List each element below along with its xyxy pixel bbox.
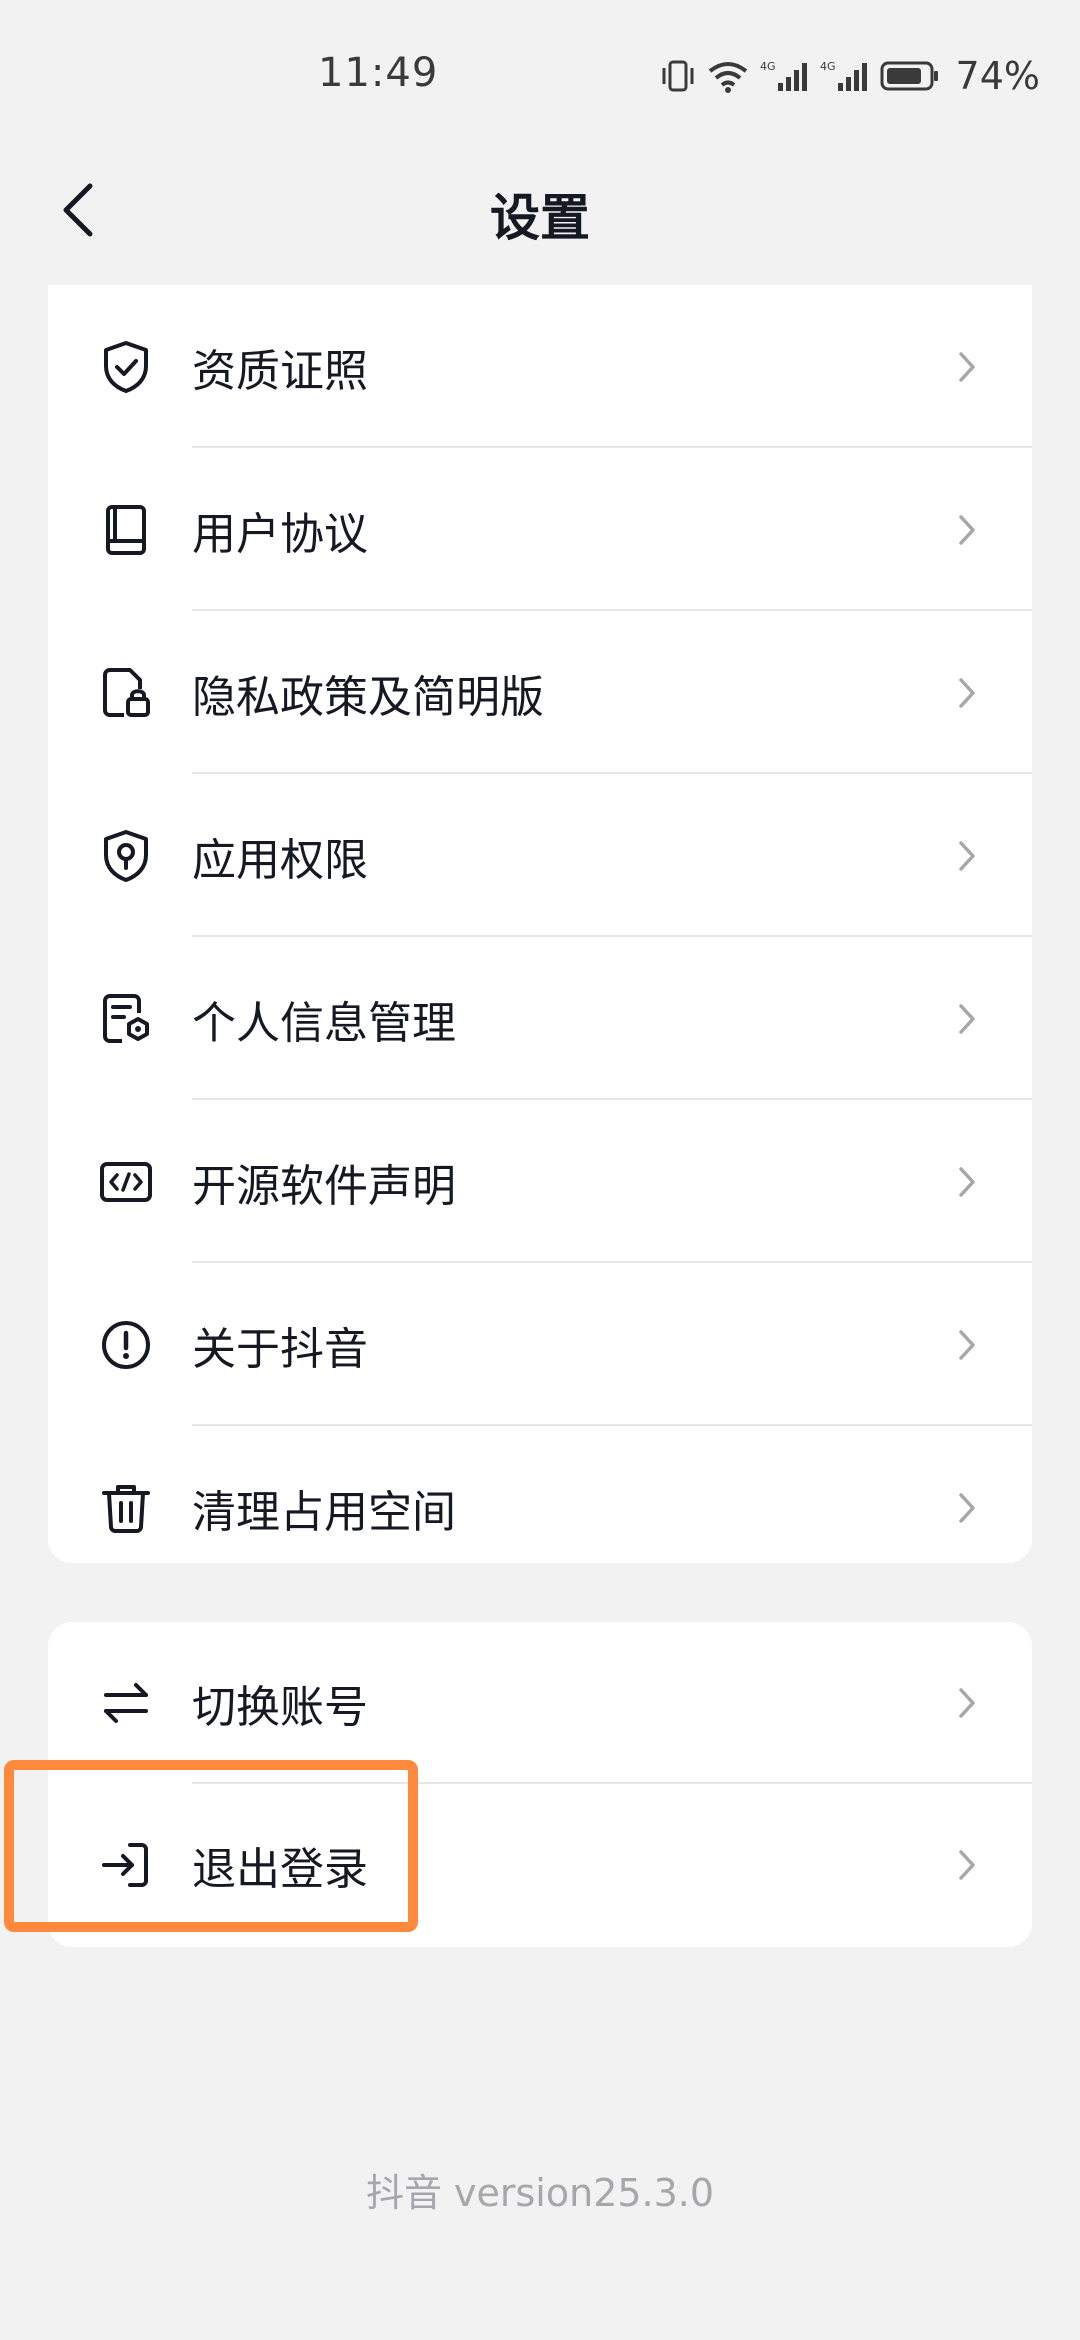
- settings-item-label: 切换账号: [192, 1682, 368, 1733]
- page-title: 设置: [490, 189, 590, 247]
- settings-item-label: 关于抖音: [192, 1323, 368, 1375]
- version-text: 抖音 version25.3.0: [365, 2171, 715, 2215]
- settings-item-label: 应用权限: [192, 834, 368, 886]
- signal-4g-icon: 4G: [820, 59, 870, 93]
- swap-arrows-icon: [98, 1675, 154, 1731]
- battery-percent: 74%: [955, 54, 1040, 98]
- chevron-right-icon: [952, 1845, 982, 1885]
- settings-item-label: 隐私政策及简明版: [192, 671, 544, 723]
- shield-check-icon: [98, 339, 154, 395]
- chevron-right-icon: [952, 1683, 982, 1723]
- chevron-right-icon: [952, 836, 982, 876]
- shield-location-icon: [98, 828, 154, 884]
- settings-item-personal-info[interactable]: 个人信息管理: [48, 937, 1032, 1100]
- code-icon: [98, 1154, 154, 1210]
- signal-4g-icon: 4G: [760, 59, 810, 93]
- svg-text:4G: 4G: [760, 60, 776, 73]
- settings-screen: 11:49 4G 4G 74% 设置 资质证照 用户协议 隐私政策及简明版 应用…: [0, 0, 1080, 2340]
- trash-icon: [98, 1480, 154, 1536]
- chevron-right-icon: [952, 1488, 982, 1528]
- settings-item-app-permissions[interactable]: 应用权限: [48, 774, 1032, 937]
- chevron-right-icon: [952, 673, 982, 713]
- status-bar: 11:49 4G 4G 74%: [0, 0, 1080, 150]
- settings-item-label: 用户协议: [192, 508, 368, 560]
- nav-bar: 设置: [0, 150, 1080, 270]
- settings-item-clear-storage[interactable]: 清理占用空间: [48, 1426, 1032, 1589]
- settings-item-privacy-policy[interactable]: 隐私政策及简明版: [48, 611, 1032, 774]
- settings-item-user-agreement[interactable]: 用户协议: [48, 448, 1032, 611]
- chevron-right-icon: [952, 1162, 982, 1202]
- chevron-right-icon: [952, 1325, 982, 1365]
- settings-item-label: 清理占用空间: [192, 1486, 456, 1538]
- settings-item-label: 个人信息管理: [192, 997, 456, 1049]
- info-circle-icon: [98, 1317, 154, 1373]
- status-icons: 4G 4G 74%: [660, 54, 1040, 98]
- logout-highlight-box: [4, 1760, 418, 1932]
- chevron-right-icon: [952, 347, 982, 387]
- chevron-right-icon: [952, 510, 982, 550]
- vibrate-icon: [660, 59, 696, 93]
- svg-text:4G: 4G: [820, 60, 836, 73]
- settings-item-about[interactable]: 关于抖音: [48, 1263, 1032, 1426]
- settings-item-label: 开源软件声明: [192, 1160, 456, 1212]
- settings-item-qualifications[interactable]: 资质证照: [48, 285, 1032, 448]
- settings-item-label: 资质证照: [192, 345, 368, 397]
- status-time: 11:49: [318, 50, 439, 96]
- book-icon: [98, 502, 154, 558]
- wifi-icon: [706, 59, 750, 93]
- battery-icon: [880, 59, 940, 93]
- document-gear-icon: [98, 991, 154, 1047]
- settings-item-open-source[interactable]: 开源软件声明: [48, 1100, 1032, 1263]
- chevron-right-icon: [952, 999, 982, 1039]
- settings-list: 资质证照 用户协议 隐私政策及简明版 应用权限 个人信息管理 开源软件声明 关于…: [48, 285, 1032, 1563]
- document-lock-icon: [98, 665, 154, 721]
